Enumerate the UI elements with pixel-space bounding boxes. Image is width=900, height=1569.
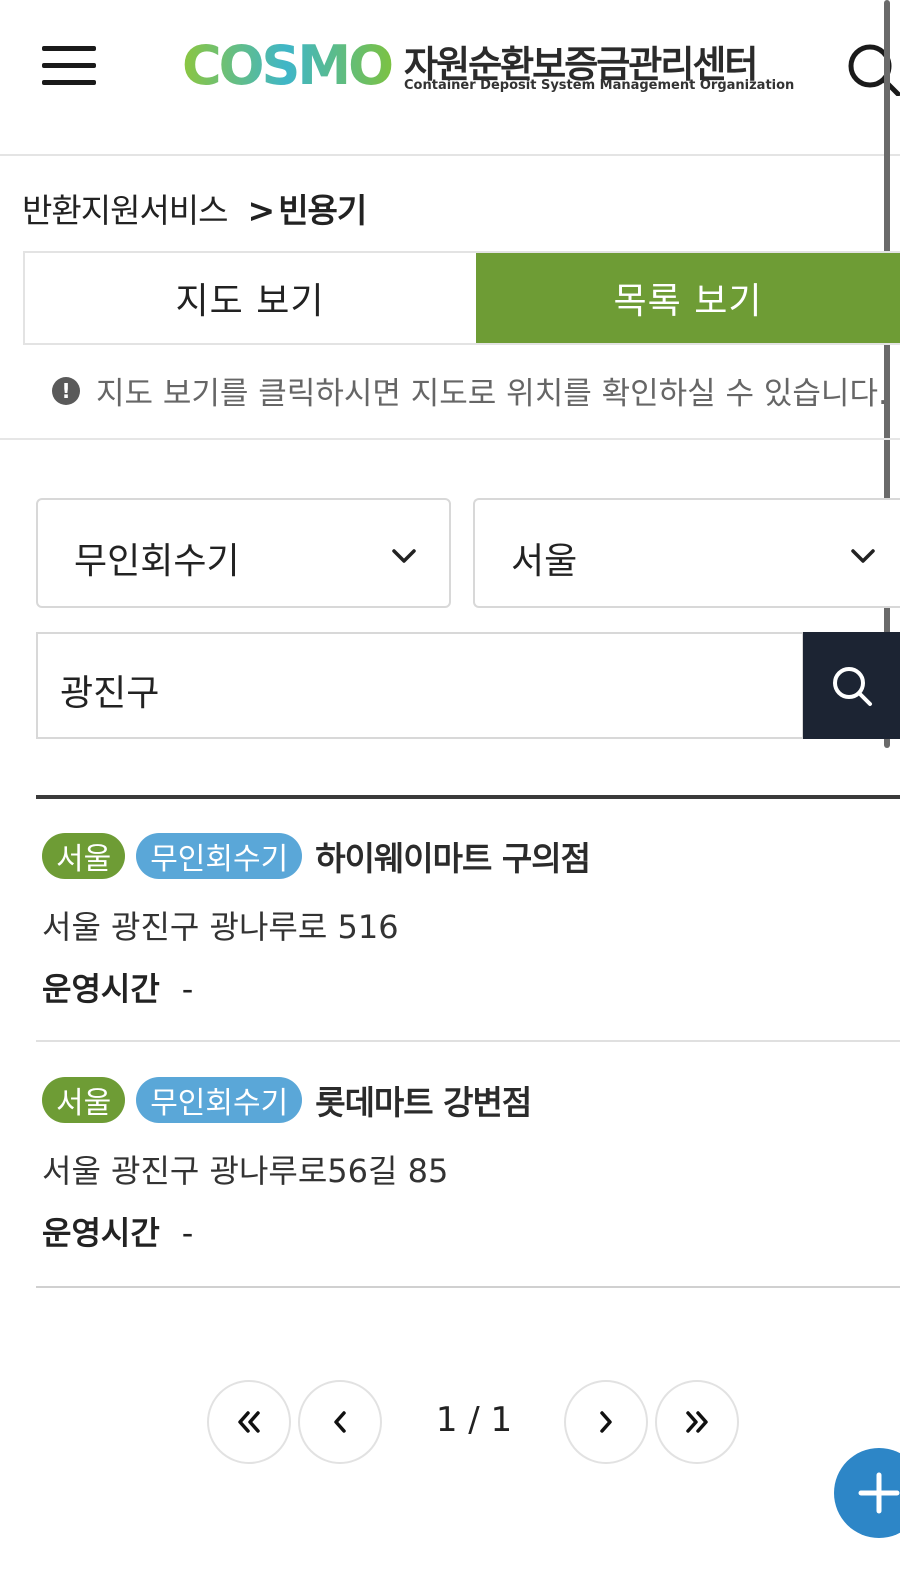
type-select-value: 무인회수기 (74, 541, 240, 582)
double-chevron-left-icon (238, 1411, 260, 1433)
divider (0, 438, 900, 440)
plus-icon (858, 1472, 900, 1514)
tab-list-view[interactable]: 목록 보기 (476, 253, 900, 343)
breadcrumb-current: 빈용기 (278, 191, 367, 230)
search-input-value: 광진구 (60, 673, 160, 714)
hours-label: 운영시간 (42, 970, 160, 1008)
breadcrumb: 반환지원서비스 > 빈용기 (22, 184, 367, 232)
next-page-button[interactable] (564, 1380, 648, 1464)
first-page-button[interactable] (207, 1380, 291, 1464)
region-select-value: 서울 (511, 541, 578, 582)
store-hours: 운영시간 - (42, 1208, 193, 1254)
hours-value: - (181, 1214, 194, 1252)
search-icon (832, 666, 872, 706)
page-indicator: 1 / 1 (435, 1400, 513, 1440)
store-address: 서울 광진구 광나루로56길 85 (42, 1152, 449, 1190)
cosmo-logo[interactable]: COSMO 자원순환보증금관리센터 Container Deposit Syst… (182, 34, 794, 94)
info-exclamation-icon: ! (52, 376, 80, 405)
hamburger-menu-icon[interactable] (42, 46, 96, 86)
tab-map-view[interactable]: 지도 보기 (25, 253, 475, 343)
app-header: COSMO 자원순환보증금관리센터 Container Deposit Syst… (0, 0, 900, 156)
type-select[interactable]: 무인회수기 (36, 498, 451, 608)
prev-page-button[interactable] (298, 1380, 382, 1464)
chevron-left-icon (334, 1411, 346, 1433)
pagination: 1 / 1 (0, 1380, 900, 1464)
region-badge: 서울 (42, 1077, 126, 1123)
type-badge: 무인회수기 (136, 833, 303, 879)
region-select[interactable]: 서울 (473, 498, 900, 608)
hours-label: 운영시간 (42, 1214, 160, 1252)
store-hours: 운영시간 - (42, 964, 193, 1010)
view-toggle: 지도 보기 목록 보기 (23, 251, 900, 345)
logo-english-title: Container Deposit System Management Orga… (404, 78, 795, 93)
chevron-down-icon (851, 549, 875, 563)
hours-value: - (181, 970, 194, 1008)
chevron-right-icon (600, 1411, 612, 1433)
region-badge: 서울 (42, 833, 126, 879)
svg-text:COSMO: COSMO (182, 38, 392, 90)
header-search-icon[interactable] (846, 42, 900, 97)
chevron-down-icon (392, 549, 416, 563)
double-chevron-right-icon (686, 1411, 708, 1433)
last-page-button[interactable] (655, 1380, 739, 1464)
store-name: 하이웨이마트 구의점 (315, 839, 591, 878)
list-item[interactable]: 서울 무인회수기 하이웨이마트 구의점 서울 광진구 광나루로 516 운영시간… (36, 800, 900, 1042)
store-name: 롯데마트 강변점 (315, 1083, 532, 1122)
map-notice: ! 지도 보기를 클릭하시면 지도로 위치를 확인하실 수 있습니다. (52, 368, 888, 413)
store-address: 서울 광진구 광나루로 516 (42, 908, 399, 946)
cosmo-logo-mark: COSMO (182, 38, 394, 90)
breadcrumb-parent[interactable]: 반환지원서비스 (22, 191, 229, 230)
search-input[interactable]: 광진구 (36, 632, 804, 739)
breadcrumb-separator: > (247, 191, 276, 230)
notice-text: 지도 보기를 클릭하시면 지도로 위치를 확인하실 수 있습니다. (96, 376, 888, 412)
type-badge: 무인회수기 (136, 1077, 303, 1123)
list-item[interactable]: 서울 무인회수기 롯데마트 강변점 서울 광진구 광나루로56길 85 운영시간… (36, 1044, 900, 1288)
search-button[interactable] (803, 632, 900, 739)
list-top-border (36, 795, 900, 799)
